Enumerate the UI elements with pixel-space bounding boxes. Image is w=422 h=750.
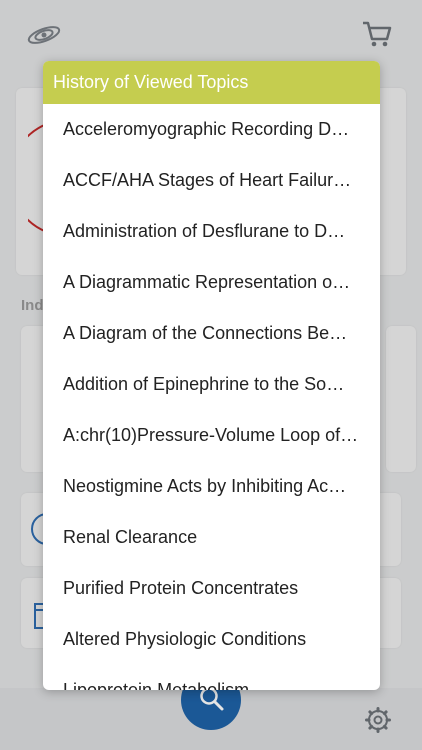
history-item[interactable]: A:chr(10)Pressure-Volume Loop of… xyxy=(43,410,380,461)
history-item[interactable]: A Diagram of the Connections Be… xyxy=(43,308,380,359)
modal-title: History of Viewed Topics xyxy=(43,61,380,104)
history-item[interactable]: Lipoprotein Metabolism xyxy=(43,665,380,690)
history-list[interactable]: Acceleromyographic Recording D… ACCF/AHA… xyxy=(43,104,380,690)
history-item[interactable]: Acceleromyographic Recording D… xyxy=(43,104,380,155)
history-item[interactable]: Neostigmine Acts by Inhibiting Ac… xyxy=(43,461,380,512)
history-item[interactable]: ACCF/AHA Stages of Heart Failur… xyxy=(43,155,380,206)
history-item[interactable]: A Diagrammatic Representation o… xyxy=(43,257,380,308)
history-modal: History of Viewed Topics Acceleromyograp… xyxy=(43,61,380,690)
history-item[interactable]: Purified Protein Concentrates xyxy=(43,563,380,614)
history-item[interactable]: Altered Physiologic Conditions xyxy=(43,614,380,665)
history-item[interactable]: Administration of Desflurane to D… xyxy=(43,206,380,257)
history-item[interactable]: Renal Clearance xyxy=(43,512,380,563)
history-item[interactable]: Addition of Epinephrine to the So… xyxy=(43,359,380,410)
